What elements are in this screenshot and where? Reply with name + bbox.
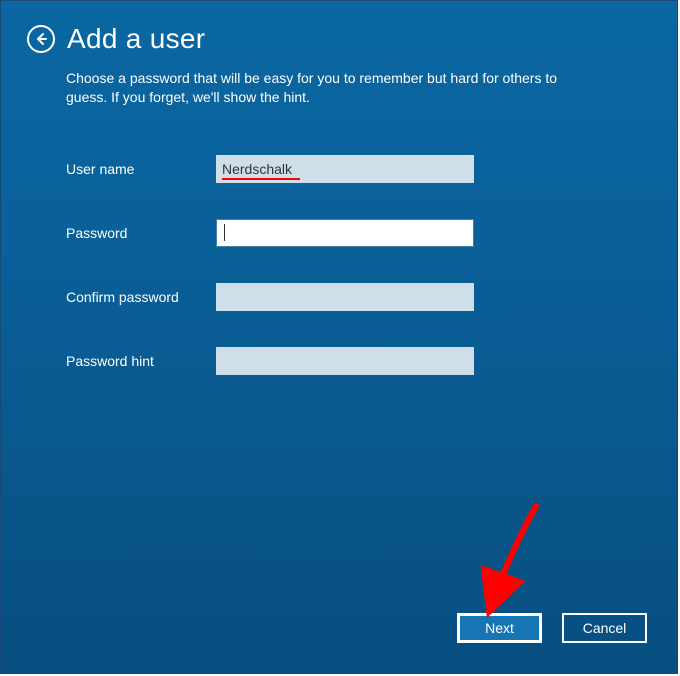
annotation-underline xyxy=(222,178,300,180)
cancel-button[interactable]: Cancel xyxy=(562,613,647,643)
add-user-form: User name Nerdschalk Password Confirm pa… xyxy=(1,155,677,375)
password-hint-label: Password hint xyxy=(66,353,216,369)
page-title: Add a user xyxy=(67,23,205,55)
next-button[interactable]: Next xyxy=(457,613,542,643)
page-subtitle: Choose a password that will be easy for … xyxy=(1,55,611,107)
username-value: Nerdschalk xyxy=(222,161,292,177)
confirm-password-label: Confirm password xyxy=(66,289,216,305)
text-caret xyxy=(224,224,225,241)
back-button[interactable] xyxy=(27,25,55,53)
confirm-password-input[interactable] xyxy=(216,283,474,311)
arrow-left-icon xyxy=(34,32,48,46)
password-hint-input[interactable] xyxy=(216,347,474,375)
username-input[interactable]: Nerdschalk xyxy=(216,155,474,183)
password-label: Password xyxy=(66,225,216,241)
annotation-arrow xyxy=(481,501,561,621)
username-label: User name xyxy=(66,161,216,177)
password-input[interactable] xyxy=(216,219,474,247)
